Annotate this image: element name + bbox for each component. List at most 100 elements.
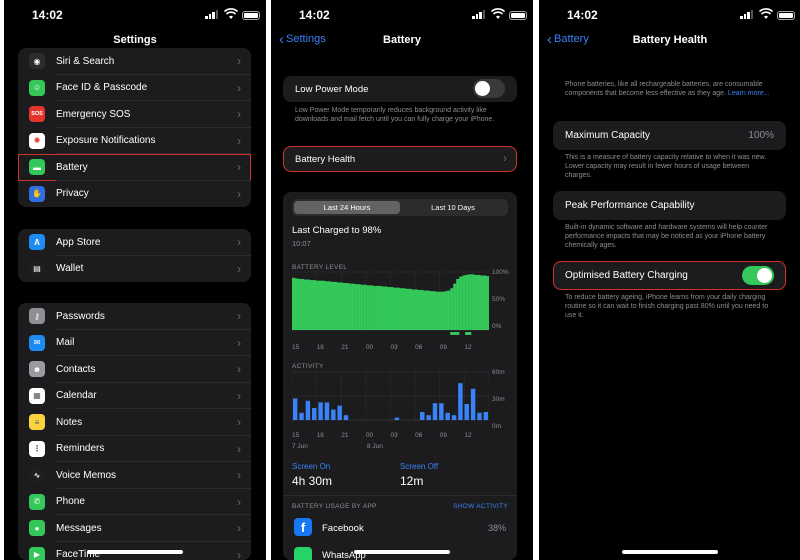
settings-item-reminders[interactable]: ⋮ Reminders › [18,436,251,462]
x-tick-label: 18 [316,432,324,439]
chevron-right-icon: › [237,521,241,535]
chart-bar [486,276,489,330]
show-activity-link[interactable]: SHOW ACTIVITY [453,503,508,510]
chart-bar [456,278,460,330]
signal-icon [472,10,485,19]
level-ytick-100: 100% [492,269,509,276]
app-usage-row[interactable]: f Facebook 38% [292,517,508,539]
chevron-right-icon: › [237,80,241,95]
chart-bar [411,289,415,330]
chart-bar [474,274,478,330]
face-id-icon: ☺ [29,79,45,96]
siri-icon: ◉ [29,53,45,70]
settings-item-label: Passwords [56,310,105,322]
chart-bar [297,278,302,330]
chart-bar [483,412,489,420]
settings-item-calendar[interactable]: ▦ Calendar › [18,383,251,409]
settings-item-emergency-sos[interactable]: SOS Emergency SOS › [18,101,251,128]
settings-item-privacy[interactable]: ✋ Privacy › [18,181,251,208]
chart-bar [292,277,296,330]
settings-item-contacts[interactable]: ☻ Contacts › [18,356,251,383]
x-tick-label: 12 [464,432,472,439]
settings-item-label: Emergency SOS [56,108,131,120]
settings-item-voice-memos[interactable]: ∿ Voice Memos › [18,462,251,489]
chart-bar [441,291,445,330]
chart-bar [292,398,298,420]
learn-more-link[interactable]: Learn more... [728,90,770,97]
charging-marker [465,332,469,335]
facetime-icon: ▶ [29,546,45,560]
x-tick-label: 03 [390,344,398,351]
settings-item-label: Battery [56,161,88,173]
x-tick-label: 15 [292,432,300,439]
chart-bar [435,291,439,330]
chart-bar [294,278,299,330]
home-indicator[interactable] [622,550,718,554]
chart-bar [468,274,472,330]
wallet-icon: ▤ [29,260,45,277]
x-tick-label: 21 [341,432,349,439]
chevron-right-icon: › [237,261,241,276]
screen-off-value: 12m [400,474,424,488]
chart-bar [305,400,311,420]
settings-item-siri-search[interactable]: ◉ Siri & Search › [18,48,251,75]
chart-bar [429,291,433,330]
settings-item-phone[interactable]: ✆ Phone › [18,489,251,515]
chart-bar [343,415,349,420]
chart-bar [339,282,343,330]
settings-item-app-store[interactable]: A App Store › [18,229,251,256]
settings-item-passwords[interactable]: ⚷ Passwords › [18,303,251,330]
chart-bar [303,279,308,330]
settings-item-label: Voice Memos [56,469,117,481]
charging-marker [468,332,472,335]
x-tick-label: 06 [415,344,423,351]
settings-item-label: Notes [56,416,83,428]
settings-item-label: Siri & Search [56,55,115,67]
segment-last-24-hours[interactable]: Last 24 Hours [294,201,400,214]
app-name: Facebook [322,523,364,534]
chevron-right-icon: › [237,54,241,68]
chart-bar [390,287,394,330]
low-power-description: Low Power Mode temporarily reduces backg… [295,107,495,123]
status-bar: 14:02 [4,6,266,24]
wifi-icon [759,8,773,19]
chevron-right-icon: › [237,235,241,249]
app-percentage: 38% [487,523,506,533]
settings-item-notes[interactable]: ≡ Notes › [18,409,251,436]
period-segmented-control: Last 24 Hours Last 10 Days [292,199,508,216]
low-power-toggle[interactable] [473,79,505,98]
segment-last-10-days[interactable]: Last 10 Days [400,201,506,214]
chart-bar [351,283,355,330]
chevron-right-icon: › [237,415,241,429]
health-intro: Phone batteries, like all rechargeable b… [565,80,775,98]
chart-bar [337,405,342,420]
settings-item-label: Mail [56,337,75,349]
chart-bar [423,290,427,330]
sos-icon: SOS [29,106,45,123]
chart-bar [420,412,425,420]
chart-bar [324,402,330,420]
chart-bar [381,286,385,330]
optimised-charging-toggle[interactable] [742,266,774,285]
optimised-charging-label: Optimised Battery Charging [565,270,688,281]
settings-item-wallet[interactable]: ▤ Wallet › [18,256,251,283]
settings-item-label: App Store [56,236,101,248]
chart-bar [462,275,466,330]
settings-item-mail[interactable]: ✉ Mail › [18,330,251,356]
chevron-right-icon: › [237,547,241,560]
settings-item-battery[interactable]: ▬ Battery › [18,154,251,181]
home-indicator[interactable] [354,550,450,554]
chart-bar [318,402,323,420]
settings-item-exposure-notifications[interactable]: ✺ Exposure Notifications › [18,128,251,154]
settings-item-messages[interactable]: ● Messages › [18,515,251,542]
status-bar: 14:02 [271,6,533,24]
chart-bar [483,275,487,330]
chart-bar [387,287,391,330]
chart-bar [354,284,358,330]
settings-item-face-id-passcode[interactable]: ☺ Face ID & Passcode › [18,75,251,101]
home-indicator[interactable] [87,550,183,554]
battery-health-row[interactable]: Battery Health › [283,146,517,172]
last-charged-time: 10:07 [292,239,311,248]
messages-icon: ● [29,520,45,537]
chart-bar [451,415,457,420]
